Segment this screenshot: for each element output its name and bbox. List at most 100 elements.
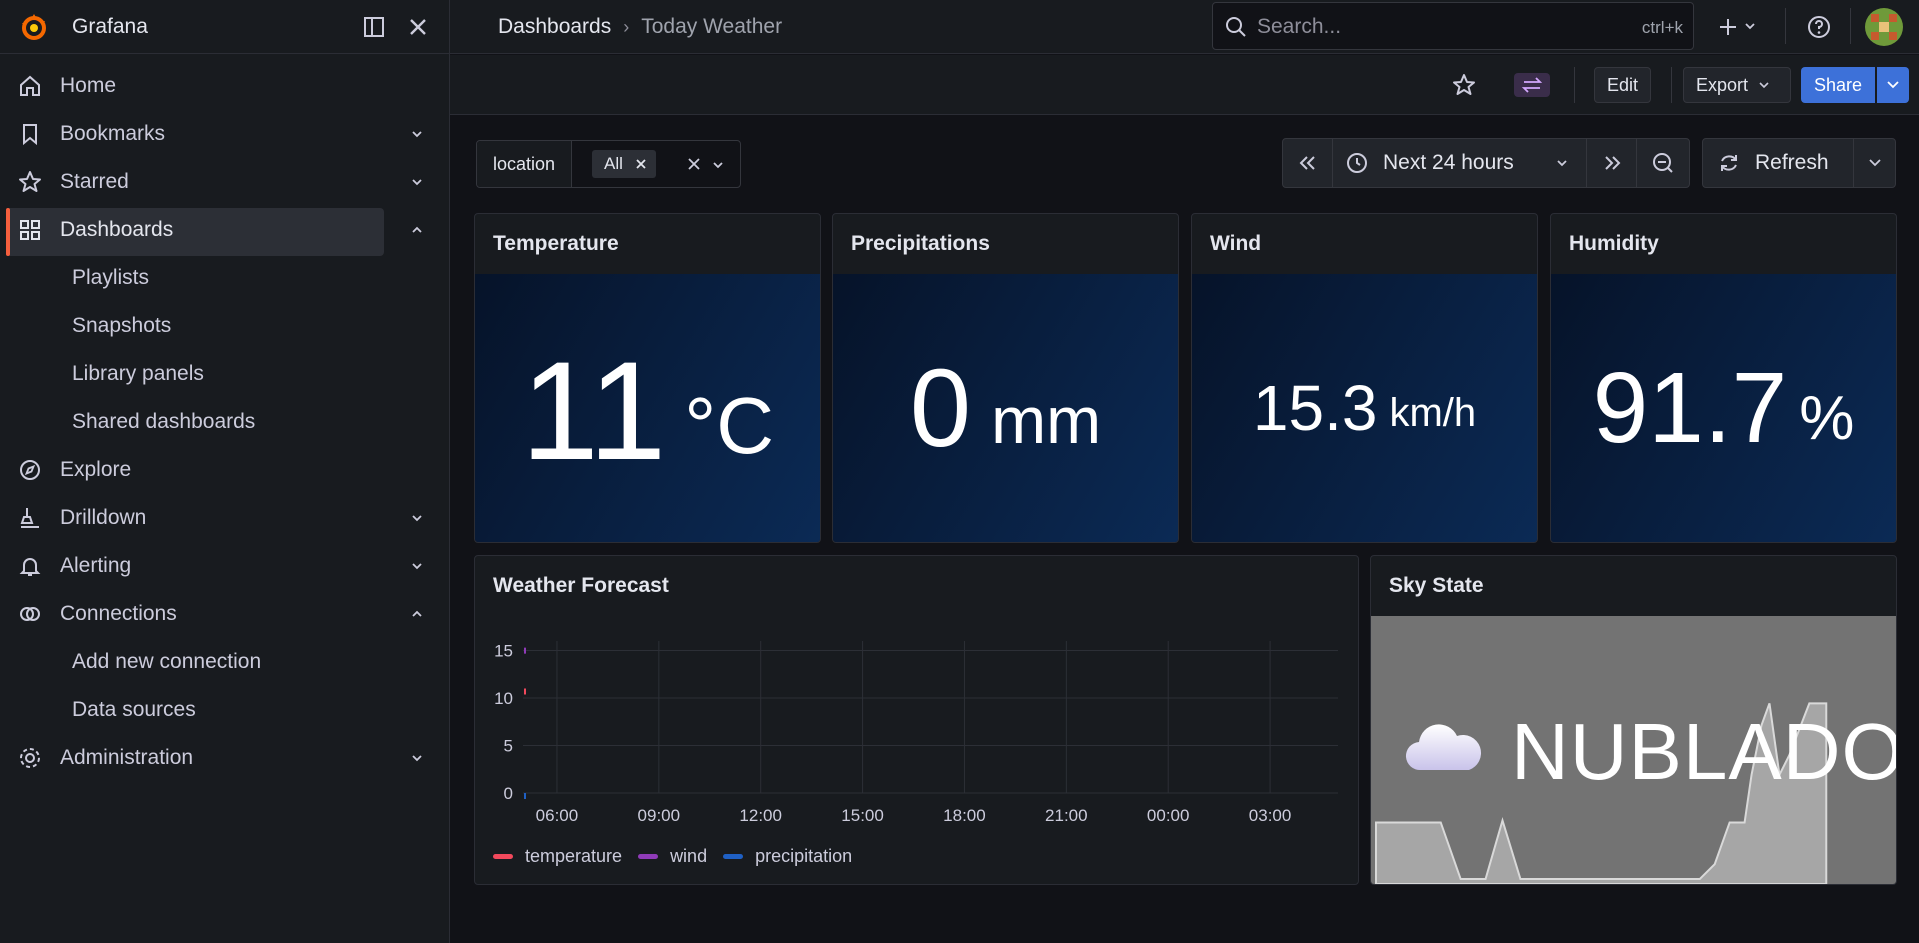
sidebar-header: Grafana [0,0,449,54]
zoom-out-button[interactable] [1637,139,1689,187]
sidebar-item-label: Home [60,74,117,97]
sidebar-item-label: Starred [60,170,129,193]
mark-favorite-star-icon[interactable] [1450,71,1478,99]
help-icon[interactable] [1805,13,1833,41]
close-menu-icon[interactable] [404,13,432,41]
sidebar-item-alerting[interactable]: Alerting [0,542,449,590]
temperature-panel[interactable]: Temperature 11 °C [474,213,821,543]
panel-title: Humidity [1569,232,1659,255]
sidebar-item-dashboards[interactable]: Dashboards [0,206,449,256]
legend-item-precipitation[interactable]: precipitation [723,846,852,867]
gear-icon [20,748,40,768]
weather-forecast-panel[interactable]: Weather Forecast 0 5 10 15 06:00 09:00 12:00 15… [474,555,1359,885]
stat-body: 15.3 km/h [1192,274,1537,542]
legend-swatch [723,854,744,859]
shift-forward-button[interactable] [1587,139,1637,187]
export-button-label: Export [1696,74,1749,95]
time-range-label: Next 24 hours [1383,151,1514,174]
export-button[interactable]: Export [1683,67,1791,103]
chevron-up-icon[interactable] [410,607,424,621]
sidebar-item-add-new-connection[interactable]: Add new connection [0,638,449,686]
search-icon [1226,17,1246,37]
chevron-up-icon[interactable] [410,223,424,237]
breadcrumb-dashboards[interactable]: Dashboards [498,15,611,39]
y-tick-label: 10 [494,689,513,708]
legend-label: precipitation [755,846,853,866]
sidebar-item-bookmarks[interactable]: Bookmarks [0,110,449,158]
sidebar-item-home[interactable]: Home [0,62,449,110]
precipitations-panel[interactable]: Precipitations 0 mm [832,213,1179,543]
wind-panel[interactable]: Wind 15.3 km/h [1191,213,1538,543]
chevron-down-icon[interactable] [711,158,725,172]
search-input[interactable]: Search... ctrl+k [1212,2,1694,50]
new-menu-icon[interactable] [1718,14,1762,40]
panel-title: Precipitations [851,232,990,255]
refresh-interval-dropdown[interactable] [1854,139,1896,187]
humidity-panel[interactable]: Humidity 91.7 % [1550,213,1897,543]
stat-value: 15.3 [1252,372,1378,444]
sidebar-item-connections[interactable]: Connections [0,590,449,638]
sidebar-item-label: Playlists [72,266,150,289]
x-tick-label: 09:00 [638,806,681,825]
sidebar-item-starred[interactable]: Starred [0,158,449,206]
sidebar-item-snapshots[interactable]: Snapshots [0,302,449,350]
variable-value-chip[interactable]: All [592,150,656,178]
compass-icon [20,460,40,480]
variable-value: All [604,154,623,173]
sidebar-item-explore[interactable]: Explore [0,446,449,494]
dock-menu-icon[interactable] [360,13,388,41]
grafana-logo-icon[interactable] [18,11,50,43]
chevrons-right-icon [1605,156,1621,170]
stat-unit: % [1799,383,1855,453]
search-placeholder: Search... [1257,15,1342,38]
legend-item-temperature[interactable]: temperature [493,846,622,867]
chevron-down-icon [1557,160,1567,167]
refresh-button[interactable]: Refresh [1703,139,1853,187]
user-avatar[interactable] [1865,8,1903,46]
forecast-chart: 0 5 10 15 06:00 09:00 12:00 15:00 18:00 21:00 00:0… [494,641,1338,825]
sidebar-item-administration[interactable]: Administration [0,734,449,782]
legend-label: wind [670,846,708,866]
x-tick-label: 21:00 [1045,806,1088,825]
sidebar-item-shared-dashboards[interactable]: Shared dashboards [0,398,449,446]
time-range-button[interactable]: Next 24 hours [1333,139,1587,187]
chevron-down-icon[interactable] [410,175,424,189]
chevron-down-icon [1869,159,1881,167]
clear-icon[interactable] [687,157,701,171]
shift-back-button[interactable] [1283,139,1333,187]
edit-button[interactable]: Edit [1594,67,1652,103]
sidebar-item-drilldown[interactable]: Drilldown [0,494,449,542]
sky-state-panel[interactable]: Sky State NUBLADO [1370,555,1897,885]
share-dropdown-button[interactable] [1877,67,1909,103]
chevron-down-icon[interactable] [410,751,424,765]
stat-value: 91.7 [1592,351,1788,464]
remove-value-icon[interactable] [634,157,648,171]
sidebar-item-label: Shared dashboards [72,410,256,433]
sidebar-item-label: Library panels [72,362,204,385]
sidebar-item-playlists[interactable]: Playlists [0,254,449,302]
clock-icon [1347,153,1367,173]
zoom-out-icon [1653,153,1673,173]
drilldown-icon [20,508,39,528]
chevron-down-icon[interactable] [410,127,424,141]
chevron-down-icon[interactable] [410,559,424,573]
sky-state-value: NUBLADO [1511,707,1897,796]
panel-title: Sky State [1389,574,1484,597]
chevron-down-icon [1887,81,1899,89]
sidebar-item-data-sources[interactable]: Data sources [0,686,449,734]
legend-item-wind[interactable]: wind [638,846,707,867]
stat-unit: mm [991,383,1102,457]
refresh-picker: Refresh [1702,138,1896,188]
app-name: Grafana [72,14,148,38]
y-tick-label: 15 [494,642,513,661]
sidebar-item-library-panels[interactable]: Library panels [0,350,449,398]
x-tick-label: 00:00 [1147,806,1190,825]
share-button[interactable]: Share [1801,67,1875,103]
public-dashboard-toggle[interactable] [1514,73,1550,97]
cloud-icon [1405,724,1482,771]
connections-icon [20,607,40,621]
location-variable[interactable]: location All [476,140,741,188]
sky-state-body: NUBLADO [1371,616,1896,884]
chevron-down-icon[interactable] [410,511,424,525]
sidebar-item-label: Alerting [60,554,132,577]
